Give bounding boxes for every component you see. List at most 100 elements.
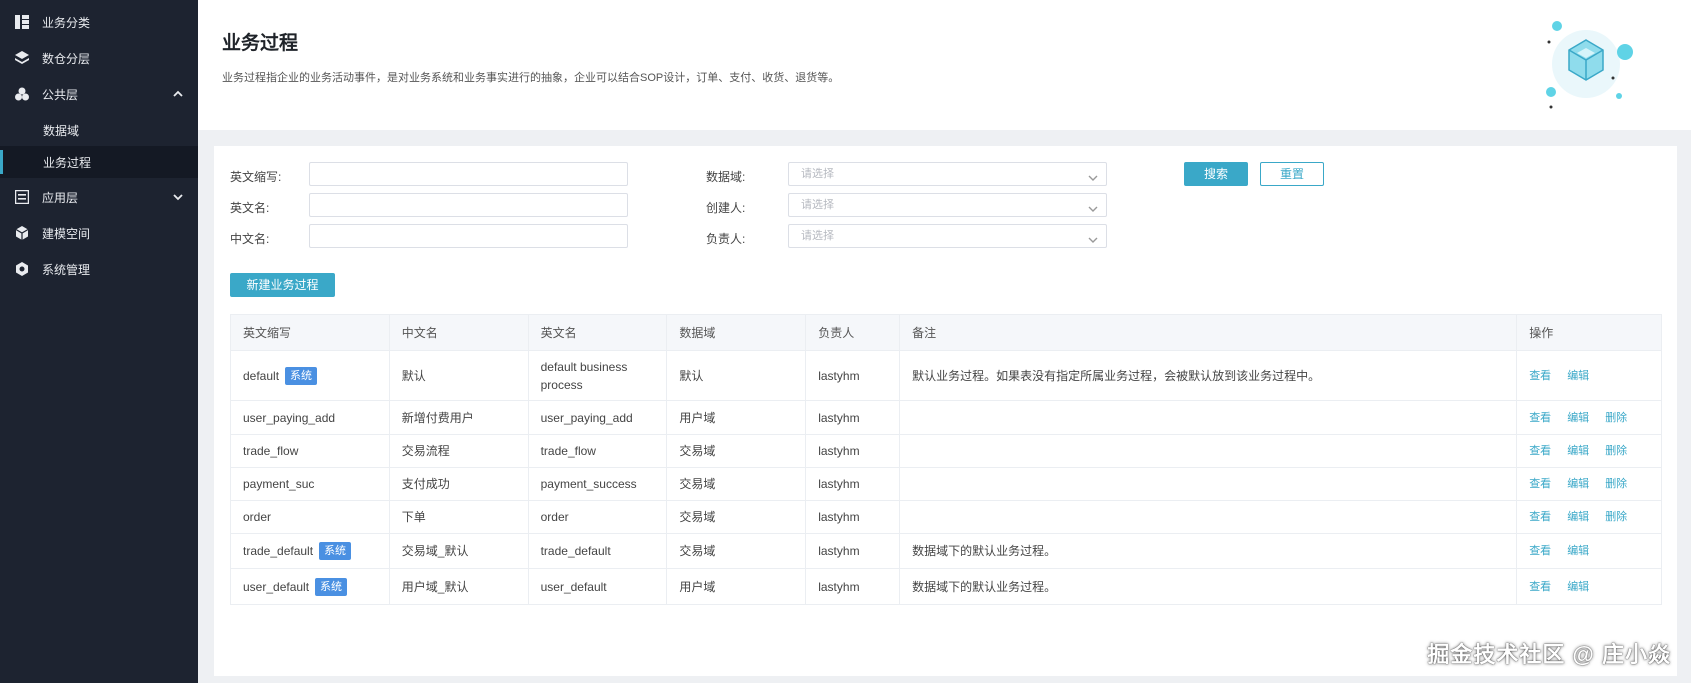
cell-abbr: default 系统 [231, 351, 390, 400]
cell-owner-text: lastyhm [818, 510, 860, 524]
abbr-label: 英文缩写: [230, 170, 282, 184]
search-button[interactable]: 搜索 [1184, 162, 1248, 186]
sidebar-item-modeling-space[interactable]: 建模空间 [0, 216, 198, 250]
cell-en-name-text: order [540, 510, 569, 524]
edit-link[interactable]: 编辑 [1567, 442, 1589, 460]
sidebar: 业务分类 数仓分层 公共层 数据域 业务过程 应用层 建模空间 系统管理 [0, 0, 198, 683]
cell-en-name-text: payment_success [540, 477, 637, 491]
cell-cn-name: 新增付费用户 [390, 401, 529, 434]
column-header[interactable]: 数据域 [667, 315, 807, 350]
delete-link[interactable]: 删除 [1605, 475, 1627, 493]
sidebar-subitem-data-domain[interactable]: 数据域 [0, 114, 198, 146]
cell-owner-text: lastyhm [818, 410, 860, 425]
new-business-process-button[interactable]: 新建业务过程 [230, 273, 335, 297]
cell-abbr: trade_flow [231, 435, 390, 467]
cell-note-text: 数据域下的默认业务过程。 [912, 544, 1057, 558]
cell-actions: 查看 编辑 [1517, 534, 1661, 568]
page-description: 业务过程指企业的业务活动事件，是对业务系统和业务事实进行的抽象，企业可以结合SO… [222, 72, 840, 84]
cell-domain: 默认 [667, 351, 807, 400]
column-header[interactable]: 英文缩写 [231, 315, 390, 350]
chevron-down-icon [1088, 231, 1098, 243]
reset-button[interactable]: 重置 [1260, 162, 1324, 186]
edit-link[interactable]: 编辑 [1567, 475, 1589, 493]
cell-cn-name: 交易域_默认 [390, 534, 529, 568]
cell-cn-name: 支付成功 [390, 468, 529, 500]
en-name-input[interactable] [309, 193, 628, 217]
edit-link[interactable]: 编辑 [1567, 542, 1589, 560]
column-header[interactable]: 中文名 [390, 315, 529, 350]
table-row: default 系统 默认 default business process 默认 las… [231, 351, 1661, 401]
cell-note: 数据域下的默认业务过程。 [900, 569, 1518, 604]
column-header[interactable]: 负责人 [806, 315, 901, 350]
main-panel: 英文缩写: 数据域: 请选择 搜索 重置 英文名: 创建人: 请选择 中文名: … [214, 146, 1677, 676]
table-row: order 下单 order 交易域 lastyhm 查看 编辑 删除 [231, 501, 1661, 534]
cell-domain-text: 用户域 [679, 579, 716, 594]
page-title: 业务过程 [222, 33, 299, 54]
cn-name-input[interactable] [309, 224, 628, 248]
view-link[interactable]: 查看 [1529, 442, 1551, 460]
system-badge: 系统 [315, 577, 348, 596]
sidebar-item-system-management[interactable]: 系统管理 [0, 252, 198, 286]
abbr-input[interactable] [309, 162, 628, 186]
cell-actions: 查看 编辑 删除 [1517, 435, 1661, 467]
domain-select[interactable]: 请选择 [788, 162, 1107, 186]
cube-icon [14, 225, 30, 241]
edit-link[interactable]: 编辑 [1567, 409, 1589, 427]
view-link[interactable]: 查看 [1529, 409, 1551, 427]
cell-en-name: order [529, 501, 668, 533]
view-link[interactable]: 查看 [1529, 508, 1551, 526]
sidebar-item-warehouse-layers[interactable]: 数仓分层 [0, 41, 198, 75]
table-row: trade_default 系统 交易域_默认 trade_default 交易域 las… [231, 534, 1661, 569]
cell-en-name: default business process [529, 351, 668, 400]
edit-link[interactable]: 编辑 [1567, 367, 1589, 385]
cell-owner: lastyhm [806, 435, 901, 467]
cn-name-label: 中文名: [230, 232, 270, 246]
sidebar-item-business-category[interactable]: 业务分类 [0, 5, 198, 39]
cell-actions: 查看 编辑 删除 [1517, 501, 1661, 533]
view-link[interactable]: 查看 [1529, 367, 1551, 385]
cell-owner: lastyhm [806, 569, 901, 604]
view-link[interactable]: 查看 [1529, 475, 1551, 493]
cell-abbr-text: trade_flow [243, 444, 299, 458]
sidebar-item-common-layer[interactable]: 公共层 [0, 77, 198, 111]
system-badge: 系统 [285, 366, 318, 385]
cell-en-name-text: trade_flow [540, 444, 596, 458]
cell-owner-text: lastyhm [818, 544, 860, 558]
creator-select[interactable]: 请选择 [788, 193, 1107, 217]
cell-en-name: payment_success [529, 468, 668, 500]
owner-select[interactable]: 请选择 [788, 224, 1107, 248]
cell-domain: 交易域 [667, 534, 807, 568]
cell-domain-text: 交易域 [679, 510, 716, 524]
cell-owner-text: lastyhm [818, 368, 860, 383]
chevron-up-icon [172, 88, 184, 100]
edit-link[interactable]: 编辑 [1567, 508, 1589, 526]
cell-actions: 查看 编辑 [1517, 569, 1661, 604]
cell-owner-text: lastyhm [818, 477, 860, 491]
edit-link[interactable]: 编辑 [1567, 578, 1589, 596]
cell-abbr: user_paying_add [231, 401, 390, 434]
cell-cn-name: 默认 [390, 351, 529, 400]
cell-owner: lastyhm [806, 401, 901, 434]
sidebar-item-label: 系统管理 [42, 262, 91, 277]
delete-link[interactable]: 删除 [1605, 409, 1627, 427]
view-link[interactable]: 查看 [1529, 578, 1551, 596]
cell-en-name-text: user_paying_add [540, 410, 633, 425]
sidebar-item-label: 数据域 [43, 123, 80, 138]
cell-owner-text: lastyhm [818, 579, 860, 594]
domain-select-placeholder: 请选择 [801, 168, 834, 180]
sidebar-subitem-business-process[interactable]: 业务过程 [0, 146, 198, 178]
cell-note [900, 435, 1518, 467]
cell-actions: 查看 编辑 删除 [1517, 401, 1661, 434]
cell-actions: 查看 编辑 删除 [1517, 468, 1661, 500]
column-header[interactable]: 英文名 [529, 315, 668, 350]
delete-link[interactable]: 删除 [1605, 442, 1627, 460]
delete-link[interactable]: 删除 [1605, 508, 1627, 526]
sidebar-item-label: 应用层 [42, 190, 79, 205]
table-row: payment_suc 支付成功 payment_success 交易域 lastyhm… [231, 468, 1661, 501]
column-header[interactable]: 备注 [900, 315, 1518, 350]
cell-abbr-text: trade_default [243, 544, 314, 558]
view-link[interactable]: 查看 [1529, 542, 1551, 560]
cell-abbr-text: order [243, 510, 272, 524]
sidebar-item-application-layer[interactable]: 应用层 [0, 180, 198, 214]
watermark: 掘金技术社区 @ 庄小焱 [1427, 642, 1671, 667]
